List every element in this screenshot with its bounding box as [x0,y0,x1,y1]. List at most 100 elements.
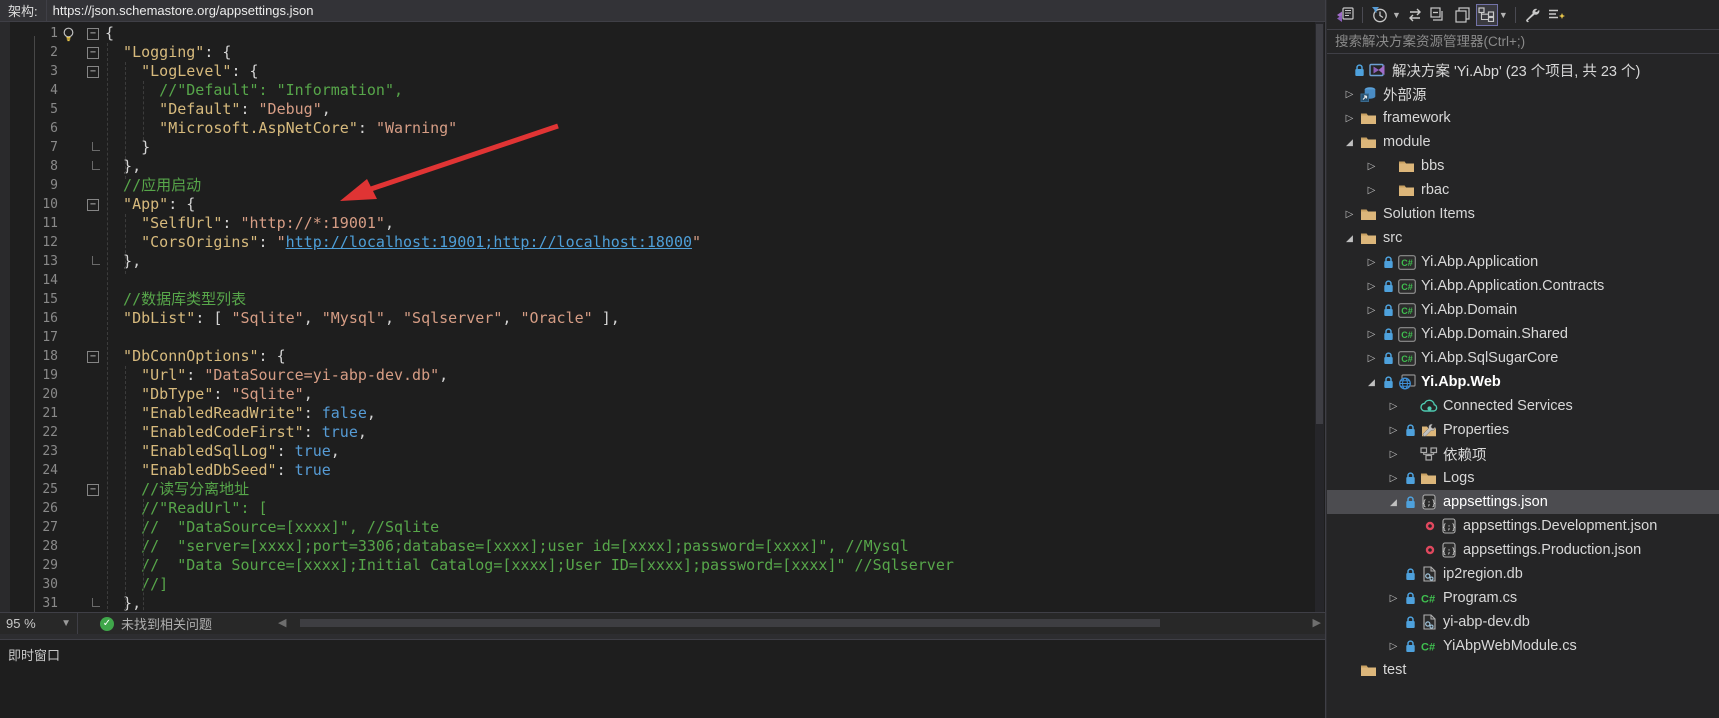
code-line-22[interactable]: 22 "EnabledCodeFirst": true, [0,423,1325,442]
tree-item-yi.abp.application[interactable]: ▷C#Yi.Abp.Application [1327,250,1719,274]
tree-item-framework[interactable]: ▷framework [1327,106,1719,130]
code-line-15[interactable]: 15 //数据库类型列表 [0,290,1325,309]
tree-item-yi.abp.domain[interactable]: ▷C#Yi.Abp.Domain [1327,298,1719,322]
copy-properties-icon[interactable] [1452,4,1474,26]
tree-item-yi-abp-dev.db[interactable]: yi-abp-dev.db [1327,610,1719,634]
tree-item-yi.abp.web[interactable]: ◢Yi.Abp.Web [1327,370,1719,394]
fold-collapse-icon[interactable]: − [87,351,99,363]
editor-horizontal-scrollbar[interactable]: ◀ ▶ [278,614,1321,633]
tree-item-logs[interactable]: ▷Logs [1327,466,1719,490]
chevron-down-icon[interactable]: ▼ [1392,10,1401,20]
expander-collapsed-icon[interactable]: ▷ [1385,425,1402,436]
tree-item-yiabpwebmodule.cs[interactable]: ▷C#YiAbpWebModule.cs [1327,634,1719,658]
tree-item--[interactable]: ▷外部源 [1327,82,1719,106]
expander-collapsed-icon[interactable]: ▷ [1363,185,1380,196]
code-line-23[interactable]: 23 "EnabledSqlLog": true, [0,442,1325,461]
file-nesting-icon[interactable] [1476,4,1498,26]
properties-wrench-icon[interactable] [1522,4,1544,26]
code-line-27[interactable]: 27 // "DataSource=[xxxx]", //Sqlite [0,518,1325,537]
tree-item-yi.abp.domain.shared[interactable]: ▷C#Yi.Abp.Domain.Shared [1327,322,1719,346]
expander-expanded-icon[interactable]: ◢ [1385,497,1402,508]
immediate-window-pane[interactable]: 即时窗口 [0,639,1325,718]
code-line-2[interactable]: 2− "Logging": { [0,43,1325,62]
tree-item-yi.abp.application.contracts[interactable]: ▷C#Yi.Abp.Application.Contracts [1327,274,1719,298]
vertical-scrollbar-thumb[interactable] [1316,24,1323,424]
fold-collapse-icon[interactable]: − [87,199,99,211]
code-line-18[interactable]: 18− "DbConnOptions": { [0,347,1325,366]
expander-collapsed-icon[interactable]: ▷ [1363,329,1380,340]
code-editor[interactable]: 1−{2− "Logging": {3− "LogLevel": {4 //"D… [0,22,1325,612]
expander-expanded-icon[interactable]: ◢ [1341,137,1358,148]
code-line-11[interactable]: 11 "SelfUrl": "http://*:19001", [0,214,1325,233]
lightbulb-icon[interactable] [62,27,75,47]
code-line-1[interactable]: 1−{ [0,24,1325,43]
tree-item-src[interactable]: ◢src [1327,226,1719,250]
code-line-25[interactable]: 25− //读写分离地址 [0,480,1325,499]
expander-collapsed-icon[interactable]: ▷ [1385,641,1402,652]
tree-item-program.cs[interactable]: ▷C#Program.cs [1327,586,1719,610]
chevron-down-icon[interactable]: ▼ [1499,10,1508,20]
history-filter-icon[interactable] [1369,4,1391,26]
code-line-9[interactable]: 9 //应用启动 [0,176,1325,195]
solution-search-input[interactable] [1327,30,1719,53]
scroll-left-icon[interactable]: ◀ [278,616,286,631]
expander-expanded-icon[interactable]: ◢ [1341,233,1358,244]
tree-item-test[interactable]: test [1327,658,1719,682]
fold-collapse-icon[interactable]: − [87,28,99,40]
code-line-31[interactable]: 31 }, [0,594,1325,612]
fold-collapse-icon[interactable]: − [87,47,99,59]
code-line-21[interactable]: 21 "EnabledReadWrite": false, [0,404,1325,423]
tree-item-appsettings.production.json[interactable]: {;}appsettings.Production.json [1327,538,1719,562]
document-health-indicator[interactable]: ✓ 未找到相关问题 [100,614,212,633]
code-line-3[interactable]: 3− "LogLevel": { [0,62,1325,81]
editor-vertical-scrollbar[interactable] [1315,22,1324,612]
code-line-29[interactable]: 29 // "Data Source=[xxxx];Initial Catalo… [0,556,1325,575]
zoom-level-dropdown[interactable]: 95 % ▼ [0,613,78,634]
switch-views-icon[interactable] [1334,4,1356,26]
expander-collapsed-icon[interactable]: ▷ [1363,305,1380,316]
tree-item-yi.abp.sqlsugarcore[interactable]: ▷C#Yi.Abp.SqlSugarCore [1327,346,1719,370]
expander-collapsed-icon[interactable]: ▷ [1363,257,1380,268]
fold-collapse-icon[interactable]: − [87,66,99,78]
sync-active-document-icon[interactable] [1404,4,1426,26]
tree-item-ip2region.db[interactable]: ip2region.db [1327,562,1719,586]
horizontal-scrollbar-thumb[interactable] [300,619,1160,627]
tree-item-appsettings.development.json[interactable]: {;}appsettings.Development.json [1327,514,1719,538]
expander-collapsed-icon[interactable]: ▷ [1385,449,1402,460]
code-line-8[interactable]: 8 }, [0,157,1325,176]
tree-item-solution-items[interactable]: ▷Solution Items [1327,202,1719,226]
tree-item-properties[interactable]: ▷Properties [1327,418,1719,442]
pane-splitter[interactable] [1325,0,1326,718]
tree-item-module[interactable]: ◢module [1327,130,1719,154]
code-line-4[interactable]: 4 //"Default": "Information", [0,81,1325,100]
code-line-26[interactable]: 26 //"ReadUrl": [ [0,499,1325,518]
code-line-12[interactable]: 12 "CorsOrigins": "http://localhost:1900… [0,233,1325,252]
tree-item--[interactable]: ▷依赖项 [1327,442,1719,466]
expander-collapsed-icon[interactable]: ▷ [1385,593,1402,604]
code-line-6[interactable]: 6 "Microsoft.AspNetCore": "Warning" [0,119,1325,138]
tree-item-rbac[interactable]: ▷rbac [1327,178,1719,202]
code-line-10[interactable]: 10− "App": { [0,195,1325,214]
tree-item-appsettings.json[interactable]: ◢{;}appsettings.json [1327,490,1719,514]
code-line-17[interactable]: 17 [0,328,1325,347]
scroll-right-icon[interactable]: ▶ [1313,616,1321,631]
expander-collapsed-icon[interactable]: ▷ [1363,161,1380,172]
tree-item-bbs[interactable]: ▷bbs [1327,154,1719,178]
code-line-19[interactable]: 19 "Url": "DataSource=yi-abp-dev.db", [0,366,1325,385]
expander-collapsed-icon[interactable]: ▷ [1385,473,1402,484]
code-line-16[interactable]: 16 "DbList": [ "Sqlite", "Mysql", "Sqlse… [0,309,1325,328]
code-line-7[interactable]: 7 } [0,138,1325,157]
expander-expanded-icon[interactable]: ◢ [1363,377,1380,388]
expander-collapsed-icon[interactable]: ▷ [1363,281,1380,292]
tree-item--yi.abp-23-23-[interactable]: 解决方案 'Yi.Abp' (23 个项目, 共 23 个) [1327,58,1719,82]
code-line-5[interactable]: 5 "Default": "Debug", [0,100,1325,119]
expander-collapsed-icon[interactable]: ▷ [1341,89,1358,100]
code-line-20[interactable]: 20 "DbType": "Sqlite", [0,385,1325,404]
fold-collapse-icon[interactable]: − [87,484,99,496]
collapse-all-icon[interactable] [1428,4,1450,26]
expander-collapsed-icon[interactable]: ▷ [1341,209,1358,220]
code-line-13[interactable]: 13 }, [0,252,1325,271]
preview-code-icon[interactable] [1546,4,1568,26]
code-line-14[interactable]: 14 [0,271,1325,290]
tree-item-connected-services[interactable]: ▷Connected Services [1327,394,1719,418]
